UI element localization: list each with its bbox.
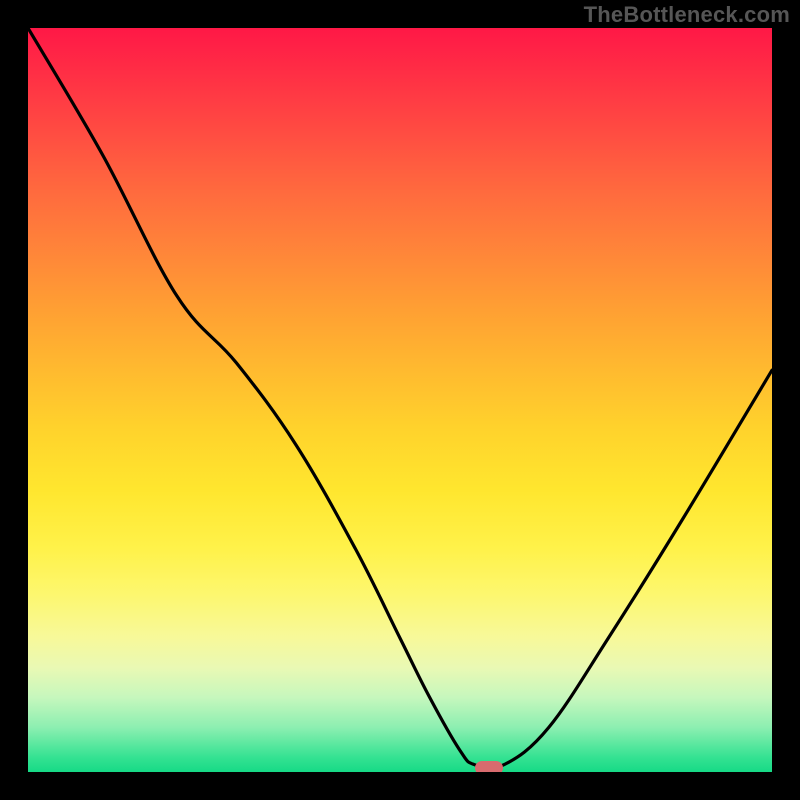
watermark-text: TheBottleneck.com <box>584 2 790 28</box>
plot-area <box>28 28 772 772</box>
chart-wrap: TheBottleneck.com <box>0 0 800 800</box>
bottleneck-curve <box>28 28 772 772</box>
optimal-point-marker <box>475 761 503 773</box>
bottleneck-curve-path <box>28 28 772 768</box>
